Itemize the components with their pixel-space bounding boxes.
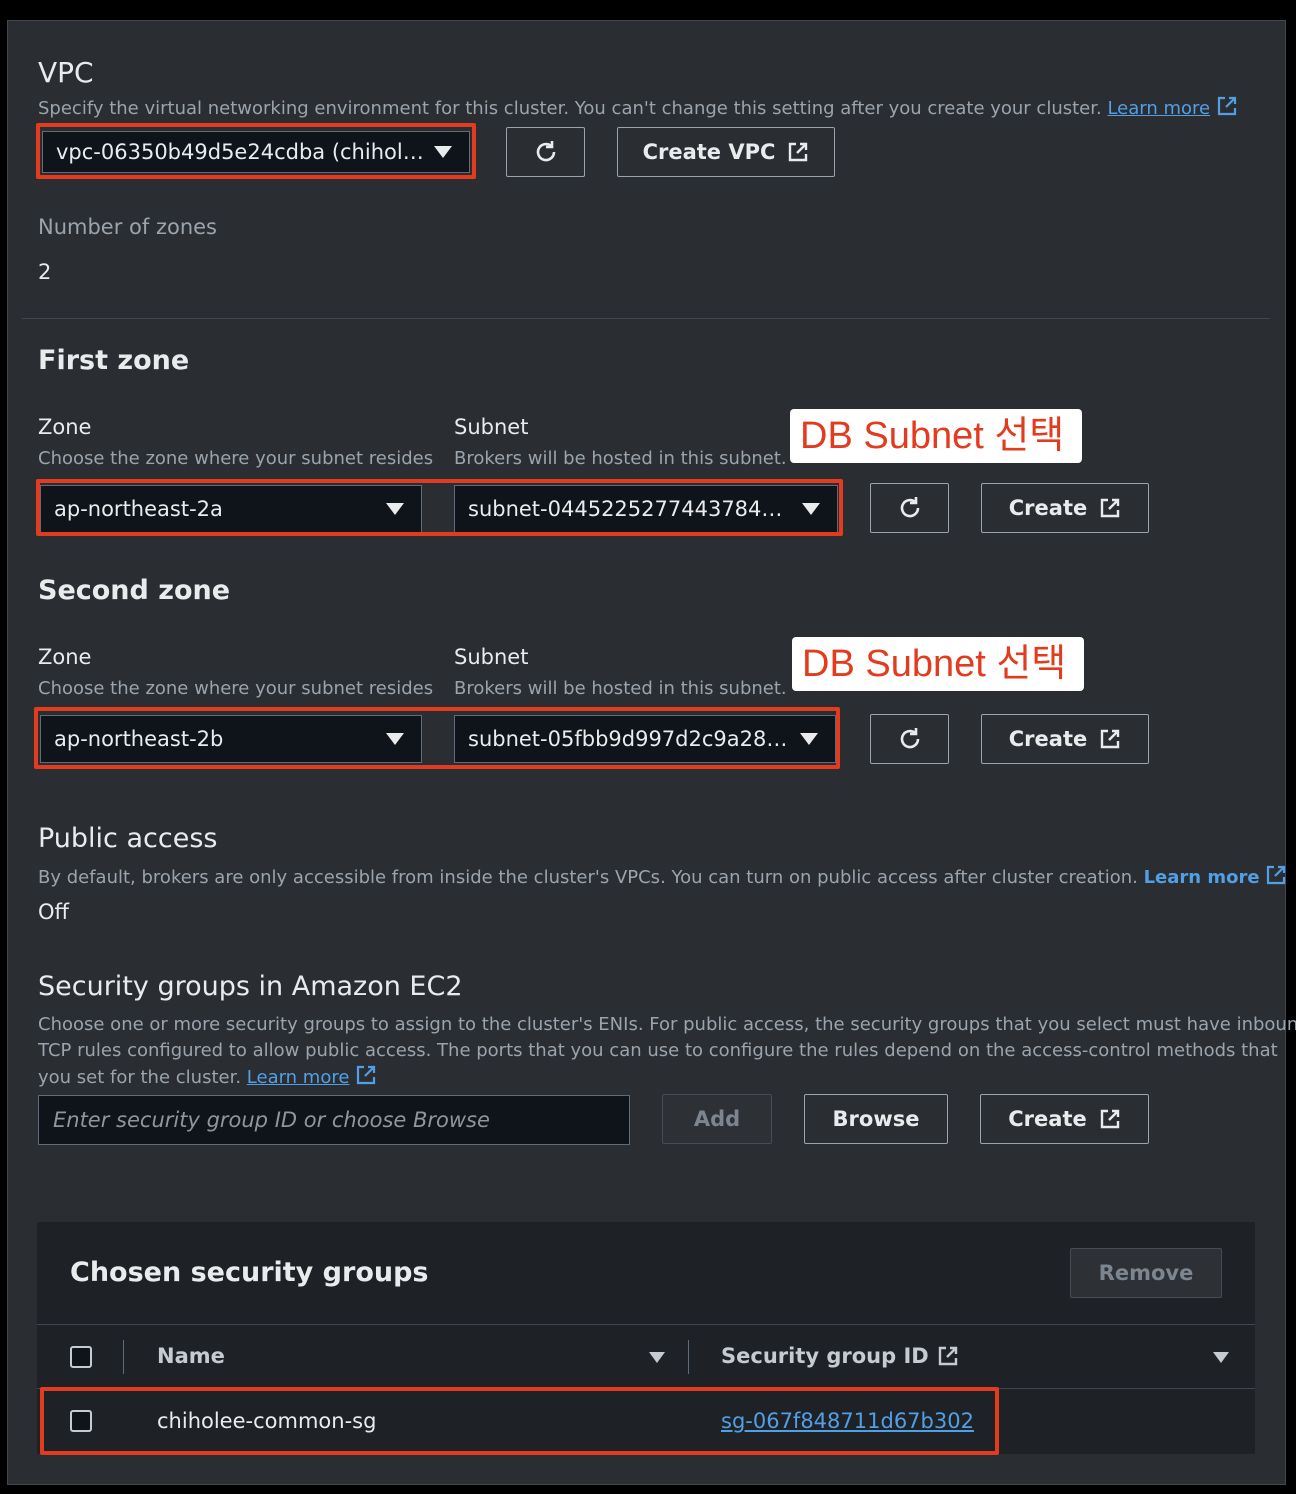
external-link-icon (789, 142, 808, 162)
security-group-id-link[interactable]: sg-067f848711d67b302 (721, 1409, 974, 1433)
section-divider (22, 318, 1270, 319)
first-zone-label: Zone (38, 415, 92, 439)
first-subnet-refresh-button[interactable] (870, 483, 949, 533)
vpc-refresh-button[interactable] (506, 127, 585, 177)
first-zone-description: Choose the zone where your subnet reside… (38, 448, 434, 469)
first-zone-select[interactable]: ap-northeast-2a (40, 485, 422, 533)
column-header-security-group-id[interactable]: Security group ID (721, 1344, 959, 1368)
select-all-checkbox[interactable] (70, 1346, 92, 1368)
refresh-icon (900, 497, 919, 518)
second-subnet-description: Brokers will be hosted in this subnet. (454, 678, 787, 699)
public-access-description: By default, brokers are only accessible … (38, 864, 1287, 891)
external-link-icon (1101, 729, 1120, 749)
refresh-icon (900, 728, 919, 749)
caret-down-icon (434, 146, 452, 158)
security-group-input[interactable]: Enter security group ID or choose Browse (38, 1095, 630, 1145)
first-subnet-description: Brokers will be hosted in this subnet. (454, 448, 787, 469)
vpc-learn-more-link[interactable]: Learn more (1107, 98, 1210, 119)
second-zone-select[interactable]: ap-northeast-2b (40, 715, 422, 763)
column-separator (123, 1340, 124, 1374)
external-link-icon (1101, 498, 1120, 518)
caret-down-icon (800, 733, 818, 745)
security-groups-heading: Security groups in Amazon EC2 (38, 971, 463, 1002)
caret-down-icon (386, 503, 404, 515)
external-link-icon (1267, 865, 1286, 885)
column-header-name[interactable]: Name (157, 1344, 225, 1368)
external-link-icon (938, 1346, 957, 1366)
caret-down-icon (802, 503, 820, 515)
external-link-icon (357, 1065, 376, 1085)
annotation-callout-first: DB Subnet 선택 (790, 409, 1082, 463)
security-groups-learn-more-link[interactable]: Learn more (247, 1067, 350, 1088)
chosen-security-groups-heading: Chosen security groups (70, 1257, 429, 1288)
public-access-value: Off (38, 900, 69, 924)
add-button[interactable]: Add (662, 1094, 772, 1144)
second-zone-label: Zone (38, 645, 92, 669)
number-of-zones-label: Number of zones (38, 215, 217, 239)
annotation-callout-second: DB Subnet 선택 (792, 637, 1084, 691)
second-zone-description: Choose the zone where your subnet reside… (38, 678, 434, 699)
sort-caret-down-icon[interactable] (649, 1352, 665, 1363)
remove-button[interactable]: Remove (1070, 1248, 1222, 1298)
security-group-create-button[interactable]: Create (980, 1094, 1149, 1144)
external-link-icon (1100, 1109, 1119, 1129)
first-zone-heading: First zone (38, 345, 190, 376)
column-separator (688, 1340, 689, 1374)
browse-button[interactable]: Browse (804, 1094, 948, 1144)
security-groups-description: Choose one or more security groups to as… (38, 1014, 1296, 1088)
first-subnet-create-button[interactable]: Create (981, 483, 1149, 533)
caret-down-icon (386, 733, 404, 745)
public-access-heading: Public access (38, 823, 218, 854)
number-of-zones-value: 2 (38, 260, 52, 284)
vpc-description: Specify the virtual networking environme… (38, 95, 1238, 122)
chosen-security-groups-table: Chosen security groups Remove Name Secur… (37, 1222, 1255, 1454)
refresh-icon (536, 141, 555, 162)
vpc-select[interactable]: vpc-06350b49d5e24cdba (chiholee) (42, 131, 470, 173)
public-access-learn-more-link[interactable]: Learn more (1144, 867, 1260, 888)
table-header-divider-top (37, 1324, 1255, 1325)
table-row[interactable]: chiholee-common-sg sg-067f848711d67b302 (37, 1389, 1255, 1453)
second-subnet-create-button[interactable]: Create (981, 714, 1149, 764)
vpc-heading: VPC (38, 56, 94, 89)
second-zone-heading: Second zone (38, 575, 231, 606)
second-subnet-select[interactable]: subnet-05fbb9d997d2c9a28… (454, 715, 836, 763)
second-subnet-label: Subnet (454, 645, 529, 669)
second-subnet-refresh-button[interactable] (870, 714, 949, 764)
create-vpc-button[interactable]: Create VPC (617, 127, 835, 177)
sort-caret-down-icon[interactable] (1213, 1352, 1229, 1363)
first-subnet-select[interactable]: subnet-0445225277443784… (454, 485, 838, 533)
row-checkbox[interactable] (70, 1410, 92, 1432)
security-group-name: chiholee-common-sg (157, 1409, 377, 1433)
external-link-icon (1217, 96, 1236, 116)
first-subnet-label: Subnet (454, 415, 529, 439)
